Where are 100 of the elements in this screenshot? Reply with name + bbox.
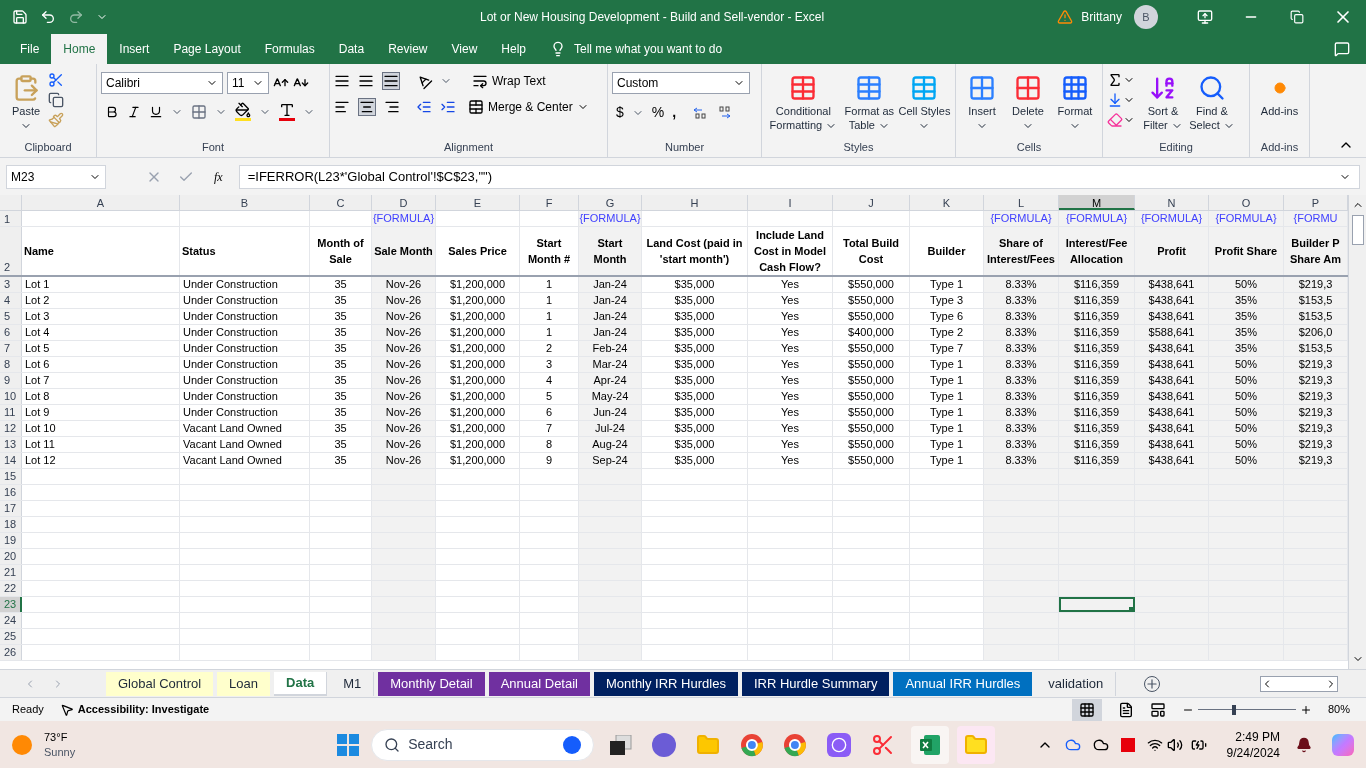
sheet-tab[interactable]: Annual Detail <box>488 671 590 696</box>
row-number[interactable]: 11 <box>0 405 22 420</box>
row-number[interactable]: 19 <box>0 533 22 548</box>
copy-icon[interactable] <box>48 92 64 108</box>
row-number[interactable]: 3 <box>0 277 22 292</box>
row-number[interactable]: 20 <box>0 549 22 564</box>
borders-icon[interactable] <box>191 103 207 120</box>
column-header[interactable]: H <box>642 195 748 210</box>
column-header[interactable]: D <box>372 195 436 210</box>
normal-view-icon[interactable] <box>1071 698 1102 721</box>
sheet-tab[interactable]: Monthly IRR Hurdles <box>594 671 738 696</box>
row-number[interactable]: 8 <box>0 357 22 372</box>
eraser-icon[interactable] <box>1107 112 1135 128</box>
increase-decimal-icon[interactable] <box>692 105 709 120</box>
vertical-scrollbar[interactable] <box>1348 195 1366 669</box>
column-header[interactable]: G <box>579 195 642 210</box>
zoom-thumb[interactable] <box>1232 704 1237 715</box>
increase-indent-icon[interactable] <box>440 99 456 115</box>
insert-button[interactable]: Insert <box>960 68 1004 133</box>
align-left-icon[interactable] <box>334 99 350 115</box>
row-number[interactable]: 26 <box>0 645 22 660</box>
ribbon-tab[interactable]: Help <box>489 34 538 64</box>
sort-filter-button[interactable]: Sort & Filter <box>1139 68 1187 133</box>
lightbulb-icon[interactable] <box>550 41 566 57</box>
ribbon-tab[interactable]: Data <box>326 34 377 64</box>
number-format-field[interactable]: Custom <box>612 72 750 94</box>
merge-center-button[interactable]: Merge & Center <box>468 98 589 116</box>
underline-icon[interactable] <box>149 104 163 119</box>
row-number[interactable]: 23 <box>0 597 22 612</box>
tell-me-field[interactable]: Tell me what you want to do <box>574 40 723 58</box>
decrease-decimal-icon[interactable] <box>716 105 733 120</box>
page-layout-view-icon[interactable] <box>1117 701 1134 718</box>
ribbon-tab[interactable]: View <box>439 34 490 64</box>
font-color-icon[interactable] <box>279 102 295 121</box>
cut-icon[interactable] <box>48 72 64 88</box>
clock-date[interactable]: 9/24/2024 <box>1226 744 1280 761</box>
cell-styles-button[interactable]: Cell Styles <box>897 68 951 133</box>
zoom-slider[interactable] <box>1197 703 1296 716</box>
row-number[interactable]: 5 <box>0 309 22 324</box>
notification-bell-icon[interactable] <box>1296 736 1312 753</box>
currency-button[interactable]: $ <box>616 102 624 123</box>
row-number[interactable]: 22 <box>0 581 22 596</box>
row-number[interactable]: 12 <box>0 421 22 436</box>
horizontal-scrollbar[interactable] <box>1260 675 1338 692</box>
video-chat-icon[interactable] <box>651 732 676 757</box>
row-number[interactable]: 16 <box>0 485 22 500</box>
row-number[interactable]: 14 <box>0 453 22 468</box>
column-header[interactable]: N <box>1135 195 1209 210</box>
sheet-tab[interactable]: Data <box>274 671 328 696</box>
insert-function-button[interactable]: fx <box>214 167 223 186</box>
clock-time[interactable]: 2:49 PM <box>1235 728 1280 745</box>
sheet-tab[interactable]: M1 <box>331 671 375 696</box>
fill-icon[interactable] <box>1107 92 1135 108</box>
row-number[interactable]: 1 <box>0 211 22 226</box>
windows-start-icon[interactable] <box>337 733 360 756</box>
scroll-thumb[interactable] <box>1351 215 1364 245</box>
row-number[interactable]: 7 <box>0 341 22 356</box>
align-right-icon[interactable] <box>384 99 400 115</box>
volume-icon[interactable] <box>1166 736 1183 753</box>
browser-icon[interactable] <box>739 732 764 757</box>
column-header[interactable]: A <box>22 195 180 210</box>
column-header[interactable]: O <box>1209 195 1284 210</box>
ribbon-tab[interactable]: Formulas <box>252 34 327 64</box>
sheet-tab[interactable]: Monthly Detail <box>378 671 485 696</box>
wrap-text-button[interactable]: Wrap Text <box>472 72 546 90</box>
column-header[interactable]: F <box>520 195 579 210</box>
excel-icon[interactable] <box>911 725 949 764</box>
sheet-tab[interactable]: Loan <box>217 671 271 696</box>
find-select-button[interactable]: Find & Select <box>1187 68 1237 133</box>
format-as-table-button[interactable]: Format as Table <box>840 68 898 133</box>
calendar-app-icon[interactable] <box>1120 737 1135 752</box>
row-number[interactable]: 9 <box>0 373 22 388</box>
sheet-tab[interactable]: IRR Hurdle Summary <box>741 671 890 696</box>
ribbon-tab[interactable]: Page Layout <box>161 34 253 64</box>
accessibility-icon[interactable] <box>59 702 74 717</box>
sheet-tab[interactable]: validation <box>1036 671 1117 696</box>
ribbon-tab[interactable]: File <box>8 34 52 64</box>
bottom-align-icon[interactable] <box>382 72 400 90</box>
formula-field[interactable]: =IFERROR(L23*'Global Control'!$C$23,"") <box>238 164 1360 189</box>
column-header[interactable]: E <box>436 195 520 210</box>
accessibility-status[interactable]: Accessibility: Investigate <box>77 701 210 718</box>
name-box[interactable]: M23 <box>6 164 106 189</box>
row-number[interactable]: 24 <box>0 613 22 628</box>
fill-handle[interactable] <box>1129 607 1134 612</box>
weather-temperature[interactable]: 73°F <box>44 729 76 745</box>
row-number[interactable]: 18 <box>0 517 22 532</box>
user-avatar[interactable]: B <box>1134 5 1158 29</box>
sheet-tab[interactable]: Global Control <box>106 671 214 696</box>
italic-icon[interactable] <box>127 104 141 119</box>
fill-color-icon[interactable] <box>235 102 251 121</box>
taskbar-search-field[interactable]: Search <box>371 728 594 761</box>
task-view-icon[interactable] <box>609 734 632 755</box>
column-header[interactable]: K <box>910 195 984 210</box>
column-header[interactable]: I <box>748 195 833 210</box>
percent-button[interactable]: % <box>651 102 665 123</box>
format-button[interactable]: Format <box>1052 68 1098 133</box>
decrease-indent-icon[interactable] <box>416 99 432 115</box>
row-number[interactable]: 25 <box>0 629 22 644</box>
column-header[interactable]: J <box>833 195 910 210</box>
redo-icon[interactable] <box>68 9 84 25</box>
